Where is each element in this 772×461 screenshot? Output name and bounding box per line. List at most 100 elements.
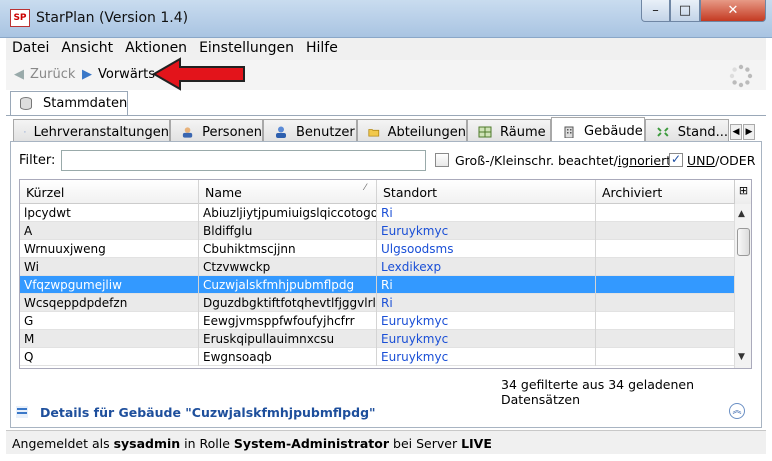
red-arrow-icon [152, 57, 245, 91]
filter-label: Filter: [19, 153, 56, 168]
cell-archiviert [596, 312, 734, 330]
table-row[interactable]: Wi Ctzvwwckp Lexdikexp [20, 258, 734, 276]
cell-kuerzel: lpcydwt [20, 204, 199, 222]
minimize-button[interactable]: – [641, 0, 670, 22]
tab-gebaeude[interactable]: Gebäude [551, 117, 645, 142]
cell-standort: Ri [377, 294, 596, 312]
menu-hilfe[interactable]: Hilfe [300, 38, 344, 60]
cell-standort: Ri [377, 204, 596, 222]
forward-arrow-icon: ▶ [82, 67, 92, 82]
forward-button[interactable]: ▶ Vorwärts [82, 67, 155, 82]
status-user: sysadmin [113, 436, 181, 451]
cell-kuerzel: Vfqzwpgumejliw [20, 276, 199, 294]
cell-standort: Euruykmyc [377, 330, 596, 348]
status-server: LIVE [461, 436, 492, 451]
table-row[interactable]: A Bldiffglu Euruykmyc [20, 222, 734, 240]
and-or-label[interactable]: UND/ODER [687, 153, 755, 168]
tab-standorte[interactable]: Stand... [645, 119, 729, 141]
buildings-panel: Filter: Groß-/Kleinschr. beachtet/ignori… [10, 141, 762, 428]
cell-name: Ctzvwwckp [199, 258, 377, 276]
cell-name: Dguzdbgktiftfotqhevtlfjggvlrlo [199, 294, 377, 312]
status-role: System-Administrator [233, 436, 390, 451]
tab-label: Gebäude [584, 124, 643, 139]
scroll-up-icon[interactable]: ▲ [738, 209, 745, 219]
tab-label: Lehrveranstaltungen [33, 124, 169, 140]
cell-archiviert [596, 204, 734, 222]
column-header-archiviert[interactable]: Archiviert [596, 180, 734, 204]
case-sensitive-label[interactable]: Groß-/Kleinschr. beachtet/ignoriert [455, 153, 671, 168]
database-icon [20, 97, 32, 110]
building-icon [564, 126, 574, 138]
details-title: Details für Gebäude "Cuzwjalskfmhjpubmfl… [40, 405, 376, 420]
menu-datei[interactable]: Datei [6, 38, 55, 60]
status-bar: Angemeldet als sysadmin in Rolle System-… [6, 430, 766, 454]
tab-abteilungen[interactable]: Abteilungen [357, 119, 467, 141]
table-body: lpcydwt Abiuzljiytjpumiuigslqiccotogo...… [20, 204, 734, 366]
table-row[interactable]: Q Ewgnsoaqb Euruykmyc [20, 348, 734, 366]
cell-archiviert [596, 330, 734, 348]
scroll-thumb[interactable] [737, 228, 750, 256]
cell-name: Bldiffglu [199, 222, 377, 240]
menu-bar: Datei Ansicht Aktionen Einstellungen Hil… [6, 38, 766, 60]
tab-label: Räume [500, 124, 546, 140]
column-chooser-icon[interactable]: ⊞ [734, 180, 751, 204]
collapse-up-icon[interactable]: ︽ [729, 403, 745, 419]
cell-name: Ewgnsoaqb [199, 348, 377, 366]
tab-scroll-right-icon[interactable]: ▶ [743, 124, 755, 140]
cell-standort: Euruykmyc [377, 222, 596, 240]
and-or-checkbox[interactable]: ✓ [669, 152, 683, 167]
cell-name: Cuzwjalskfmhjpubmflpdg [199, 276, 377, 294]
back-button[interactable]: ◀ Zurück [14, 67, 75, 82]
cell-standort: Euruykmyc [377, 348, 596, 366]
menu-ansicht[interactable]: Ansicht [55, 38, 119, 60]
cell-kuerzel: Wrnuuxjweng [20, 240, 199, 258]
table-row[interactable]: M Eruskqipullauimnxcsu Euruykmyc [20, 330, 734, 348]
tab-lehrveranstaltungen[interactable]: Lehrveranstaltungen [13, 119, 170, 141]
column-header-kuerzel[interactable]: Kürzel [20, 180, 199, 204]
cell-kuerzel: Wcsqeppdpdefzn [20, 294, 199, 312]
table-row[interactable]: G Eewgjvmsppfwfoufyjhcfrr Euruykmyc [20, 312, 734, 330]
tab-scroll-left-icon[interactable]: ◀ [730, 124, 742, 140]
tab-stammdaten[interactable]: Stammdaten [10, 91, 128, 115]
column-header-standort[interactable]: Standort [377, 180, 596, 204]
tab-label: Stand... [677, 124, 728, 140]
buildings-table: Kürzel Name ⁄ Standort Archiviert ⊞ lpcyd… [19, 179, 752, 369]
tab-raeume[interactable]: Räume [467, 119, 551, 141]
tab-benutzer[interactable]: Benutzer [263, 119, 357, 141]
table-row[interactable]: Wcsqeppdpdefzn Dguzdbgktiftfotqhevtlfjgg… [20, 294, 734, 312]
cell-kuerzel: A [20, 222, 199, 240]
column-header-name[interactable]: Name ⁄ [199, 180, 377, 204]
maximize-button[interactable]: □ [670, 0, 700, 22]
close-button[interactable]: ✕ [700, 0, 766, 22]
subtab-bar: Lehrveranstaltungen Personen Benutzer Ab… [13, 117, 753, 142]
tab-label: Abteilungen [387, 124, 466, 140]
tab-personen[interactable]: Personen [170, 119, 263, 141]
cell-standort: Ulgsoodsms [377, 240, 596, 258]
table-row-selected[interactable]: Vfqzwpgumejliw Cuzwjalskfmhjpubmflpdg Ri [20, 276, 734, 294]
cell-name: Abiuzljiytjpumiuigslqiccotogo... [199, 204, 377, 222]
case-sensitive-checkbox[interactable] [435, 153, 449, 167]
user-icon [276, 126, 286, 138]
tab-divider [6, 115, 766, 116]
cell-archiviert [596, 258, 734, 276]
cell-standort: Euruykmyc [377, 312, 596, 330]
cell-archiviert [596, 294, 734, 312]
cell-kuerzel: G [20, 312, 199, 330]
back-arrow-icon: ◀ [14, 67, 24, 82]
cell-kuerzel: Wi [20, 258, 199, 276]
filter-input[interactable] [61, 150, 426, 171]
cell-archiviert [596, 240, 734, 258]
title-bar: SP StarPlan (Version 1.4) – □ ✕ [0, 0, 772, 38]
table-scrollbar[interactable]: ▲ ▼ [734, 204, 751, 368]
cell-archiviert [596, 222, 734, 240]
tab-label: Personen [202, 124, 262, 140]
table-row[interactable]: Wrnuuxjweng Cbuhiktmscjjnn Ulgsoodsms [20, 240, 734, 258]
cell-standort: Ri [377, 276, 596, 294]
tab-label: Benutzer [296, 124, 355, 140]
check-icon: ✓ [671, 152, 682, 166]
ignoriert-link[interactable]: ignoriert [618, 153, 671, 168]
cell-kuerzel: Q [20, 348, 199, 366]
table-row[interactable]: lpcydwt Abiuzljiytjpumiuigslqiccotogo...… [20, 204, 734, 222]
details-header[interactable]: Details für Gebäude "Cuzwjalskfmhjpubmfl… [11, 398, 761, 428]
scroll-down-icon[interactable]: ▼ [738, 352, 745, 362]
